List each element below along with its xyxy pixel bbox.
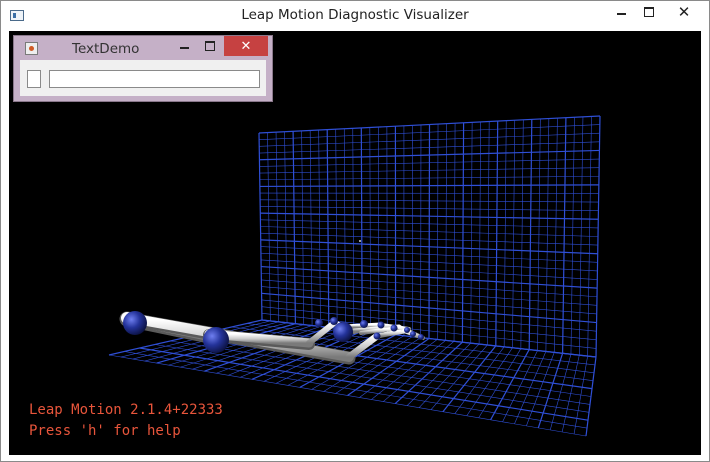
close-icon: ✕ xyxy=(677,2,691,21)
close-button[interactable]: ✕ xyxy=(662,1,706,23)
text-field[interactable] xyxy=(49,70,260,88)
textdemo-minimize-button[interactable] xyxy=(172,36,196,56)
help-hint: Press 'h' for help xyxy=(29,423,181,439)
minimize-icon xyxy=(179,47,189,49)
window-title: Leap Motion Diagnostic Visualizer xyxy=(241,7,469,23)
textdemo-title: TextDemo xyxy=(72,41,140,57)
textdemo-window: TextDemo ✕ xyxy=(13,35,273,102)
title-bar[interactable]: Leap Motion Diagnostic Visualizer ✕ xyxy=(1,1,709,31)
minimize-button[interactable] xyxy=(606,1,636,23)
version-label: Leap Motion 2.1.4+22333 xyxy=(29,402,223,418)
textdemo-close-button[interactable]: ✕ xyxy=(224,36,268,56)
java-icon[interactable] xyxy=(25,42,38,55)
maximize-button[interactable] xyxy=(634,1,664,23)
back-grid-wall xyxy=(258,115,601,358)
textdemo-content xyxy=(20,60,266,96)
cursor-point xyxy=(359,240,361,242)
textdemo-maximize-button[interactable] xyxy=(198,36,222,56)
textdemo-title-bar[interactable]: TextDemo ✕ xyxy=(14,36,272,60)
close-icon: ✕ xyxy=(240,38,252,54)
maximize-icon xyxy=(205,41,215,51)
minimize-icon xyxy=(616,13,626,15)
maximize-icon xyxy=(644,7,654,17)
small-text-field[interactable] xyxy=(27,70,41,88)
